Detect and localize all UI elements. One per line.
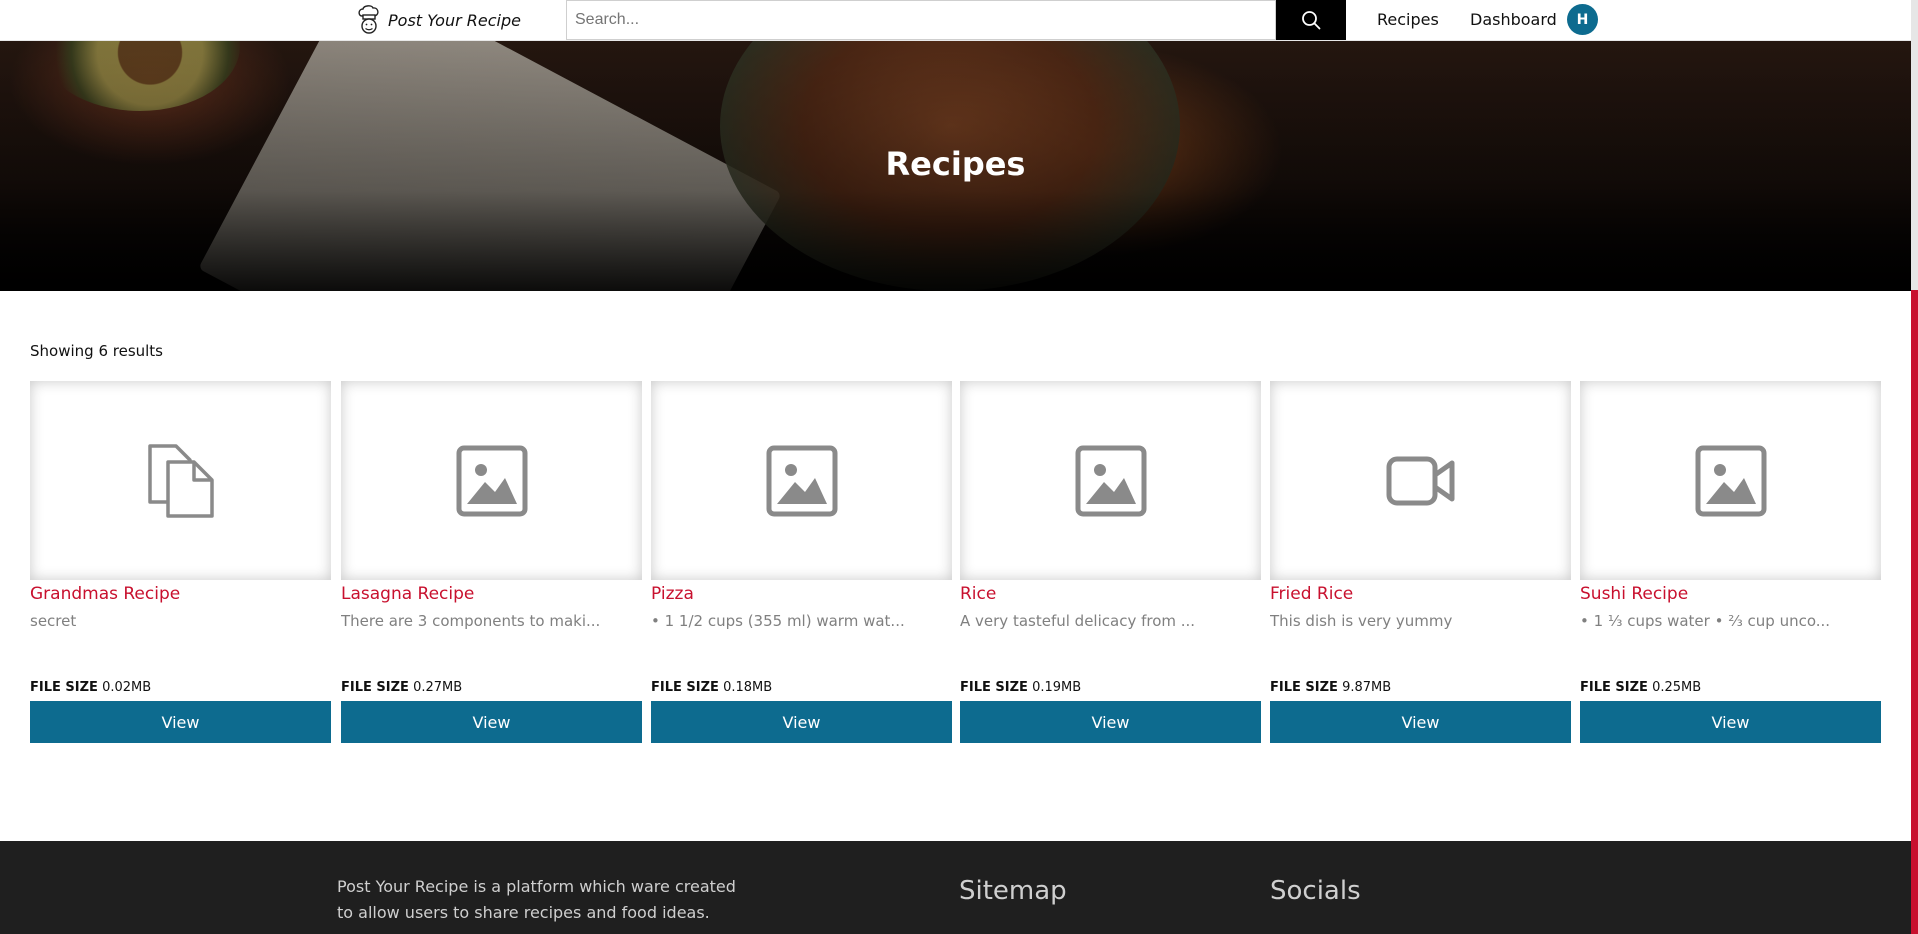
search-input[interactable] (566, 0, 1276, 40)
file-size-value: 0.25MB (1652, 680, 1702, 695)
recipe-description: • 1 1/2 cups (355 ml) warm wat... (651, 612, 905, 630)
file-size-value: 9.87MB (1342, 680, 1392, 695)
recipe-description: There are 3 components to maki... (341, 612, 601, 630)
recipe-thumbnail[interactable] (341, 381, 642, 580)
recipe-description: • 1 ⅓ cups water • ⅔ cup unco... (1580, 612, 1831, 630)
file-size-label: FILE SIZE (960, 680, 1028, 695)
footer-sitemap-heading: Sitemap (959, 876, 1067, 906)
recipe-card: Fried Rice This dish is very yummy FILE … (1270, 381, 1571, 743)
file-size: FILE SIZE 0.18MB (651, 680, 772, 695)
file-size: FILE SIZE 0.25MB (1580, 680, 1701, 695)
recipe-thumbnail[interactable] (1270, 381, 1571, 580)
image-icon (1075, 445, 1146, 516)
view-button[interactable]: View (341, 701, 642, 743)
nav-dashboard-link[interactable]: Dashboard (1470, 10, 1557, 29)
user-avatar[interactable]: H (1567, 4, 1598, 35)
scrollbar-thumb[interactable] (1911, 0, 1918, 290)
file-size-label: FILE SIZE (651, 680, 719, 695)
recipe-description: This dish is very yummy (1270, 612, 1453, 630)
recipe-title-link[interactable]: Lasagna Recipe (341, 584, 642, 604)
recipe-thumbnail[interactable] (30, 381, 331, 580)
footer-about-text: Post Your Recipe is a platform which war… (337, 877, 736, 922)
page-scrollbar[interactable] (1911, 0, 1918, 934)
site-footer: Post Your Recipe is a platform which war… (0, 841, 1911, 934)
video-icon (1386, 456, 1454, 505)
file-size-value: 0.02MB (102, 680, 152, 695)
nav-recipes-link[interactable]: Recipes (1377, 10, 1439, 29)
file-size-value: 0.18MB (723, 680, 773, 695)
view-button[interactable]: View (30, 701, 331, 743)
file-size-value: 0.27MB (413, 680, 463, 695)
recipe-title-link[interactable]: Pizza (651, 584, 952, 604)
recipe-card-grid: Grandmas Recipe secret FILE SIZE 0.02MB … (30, 381, 1882, 743)
recipe-thumbnail[interactable] (960, 381, 1261, 580)
image-icon (1695, 445, 1766, 516)
file-size-label: FILE SIZE (30, 680, 98, 695)
top-navbar: Post Your Recipe Recipes Dashboard H (0, 0, 1911, 41)
chef-logo-icon (358, 5, 379, 34)
recipe-card: Sushi Recipe • 1 ⅓ cups water • ⅔ cup un… (1580, 381, 1881, 743)
brand-name: Post Your Recipe (388, 10, 521, 30)
file-size-value: 0.19MB (1032, 680, 1082, 695)
recipe-title-link[interactable]: Sushi Recipe (1580, 584, 1881, 604)
hero-banner: Recipes (0, 41, 1911, 291)
recipe-thumbnail[interactable] (651, 381, 952, 580)
view-button[interactable]: View (1270, 701, 1571, 743)
file-size: FILE SIZE 0.27MB (341, 680, 462, 695)
file-size: FILE SIZE 9.87MB (1270, 680, 1391, 695)
footer-socials-heading: Socials (1270, 876, 1361, 906)
brand-logo-link[interactable]: Post Your Recipe (356, 3, 521, 37)
recipe-card: Rice A very tasteful delicacy from ... F… (960, 381, 1261, 743)
recipe-card: Pizza • 1 1/2 cups (355 ml) warm wat... … (651, 381, 952, 743)
view-button[interactable]: View (651, 701, 952, 743)
file-icon (147, 443, 214, 518)
recipe-card: Lasagna Recipe There are 3 components to… (341, 381, 642, 743)
recipe-title-link[interactable]: Grandmas Recipe (30, 584, 331, 604)
recipe-thumbnail[interactable] (1580, 381, 1881, 580)
recipe-title-link[interactable]: Fried Rice (1270, 584, 1571, 604)
file-size-label: FILE SIZE (341, 680, 409, 695)
image-icon (456, 445, 527, 516)
image-icon (766, 445, 837, 516)
search-icon (1302, 11, 1321, 30)
recipe-card: Grandmas Recipe secret FILE SIZE 0.02MB … (30, 381, 331, 743)
recipe-title-link[interactable]: Rice (960, 584, 1261, 604)
results-count: Showing 6 results (30, 342, 164, 360)
file-size-label: FILE SIZE (1580, 680, 1648, 695)
page-title: Recipes (885, 145, 1026, 183)
file-size: FILE SIZE 0.02MB (30, 680, 151, 695)
file-size: FILE SIZE 0.19MB (960, 680, 1081, 695)
view-button[interactable]: View (960, 701, 1261, 743)
file-size-label: FILE SIZE (1270, 680, 1338, 695)
recipe-description: A very tasteful delicacy from ... (960, 612, 1196, 630)
view-button[interactable]: View (1580, 701, 1881, 743)
search-button[interactable] (1276, 0, 1346, 40)
recipe-description: secret (30, 612, 77, 630)
